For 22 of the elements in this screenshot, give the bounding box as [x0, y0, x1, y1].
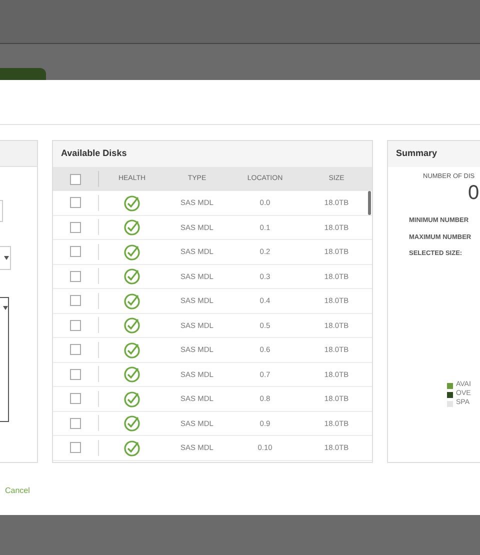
checkbox[interactable]	[70, 246, 81, 258]
checkbox[interactable]	[70, 393, 81, 404]
checkbox[interactable]	[70, 197, 81, 208]
checkbox[interactable]	[70, 174, 81, 184]
checkbox[interactable]	[70, 368, 81, 380]
caret-icon	[3, 306, 8, 310]
dropdown-field[interactable]	[0, 246, 11, 270]
checkbox[interactable]	[70, 344, 81, 356]
input-field[interactable]	[0, 200, 3, 222]
checkbox[interactable]	[70, 270, 81, 282]
checkbox[interactable]	[70, 442, 81, 454]
checkbox[interactable]	[70, 222, 81, 233]
scrollbar-thumb[interactable]	[368, 191, 371, 215]
panel-title: Summary	[388, 141, 480, 167]
list-box[interactable]	[0, 297, 9, 422]
checkbox[interactable]	[70, 295, 81, 306]
cancel-link[interactable]: Cancel	[5, 486, 30, 495]
count-value: 0	[468, 182, 480, 204]
panel-title: Available Disks	[53, 141, 372, 167]
checkbox[interactable]	[70, 418, 81, 429]
checkbox[interactable]	[70, 320, 81, 331]
caret-icon	[4, 256, 9, 260]
